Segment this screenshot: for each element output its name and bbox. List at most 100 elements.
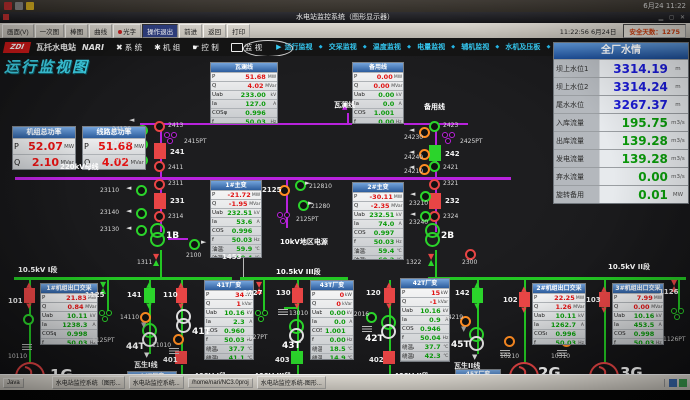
earth-switch-10110[interactable] xyxy=(23,314,34,325)
label-d24140: 24140 xyxy=(112,140,131,147)
nav-run[interactable]: 运行监视 xyxy=(285,42,313,52)
breaker-130[interactable]: ▲▼ xyxy=(290,282,304,309)
nav-hydro[interactable]: 水机及压板 xyxy=(505,42,540,52)
taskbar-project[interactable]: /home/nari/NC3.0proj xyxy=(188,378,253,388)
breaker-242[interactable] xyxy=(429,145,441,161)
toolbar-unit[interactable]: ✱机 组 xyxy=(154,42,180,53)
nav-energy[interactable]: 电量监视 xyxy=(417,42,445,52)
box-row: COSφ0.946 xyxy=(401,324,449,333)
nav-ac[interactable]: 交采监视 xyxy=(329,42,357,52)
menu-button-print[interactable]: 打印 xyxy=(227,24,250,38)
toolbar-control[interactable]: ☛控 制 xyxy=(192,42,219,53)
breaker-241[interactable] xyxy=(154,143,166,159)
box-row: Ia74.0A xyxy=(353,219,403,228)
disconnector-2411[interactable] xyxy=(154,161,165,172)
box-row: 尾水水位3267.37m xyxy=(554,95,688,113)
row-label: 尾水水位 xyxy=(554,100,600,110)
row-unit: MVar xyxy=(85,304,96,309)
menu-button-exit[interactable]: 操作退出 xyxy=(142,24,178,38)
row-label: Ia xyxy=(206,319,218,325)
menu-button-curve[interactable]: 曲线 xyxy=(89,24,112,38)
row-value: 0.00 xyxy=(366,91,394,99)
box-row: f50.03Hz xyxy=(41,338,97,345)
row-value: 74.0 xyxy=(366,220,394,228)
row-label: COSφ xyxy=(212,228,224,234)
disconnector-2413[interactable] xyxy=(154,121,165,132)
row-label: 绕温A xyxy=(402,343,414,351)
label-d2415pt: 2415PT xyxy=(184,138,207,145)
row-unit: m3/s xyxy=(668,156,688,162)
box-gen2-output: 2#机组出口交采P22.25MWQ1.26MVarUab10.11kVIa126… xyxy=(532,283,586,345)
row-value: 139.28 xyxy=(600,134,668,148)
arrow-icon: ▼ xyxy=(472,354,477,361)
row-unit: A xyxy=(267,101,276,106)
earth-switch-23140[interactable] xyxy=(136,208,147,219)
pt-1127 xyxy=(255,310,270,323)
label-wallan_top: 瓦澜线 xyxy=(334,100,355,110)
arrow-icon: ◄ xyxy=(129,117,134,124)
row-unit: kW xyxy=(345,292,352,297)
breaker-141[interactable]: ▲▼ xyxy=(142,282,156,309)
box-row: P52.07MW xyxy=(13,138,75,154)
row-label: f xyxy=(42,340,56,345)
row-label: Ia xyxy=(354,101,366,107)
taskbar-java[interactable]: Java xyxy=(3,378,24,388)
box-row: Q4.02MVar xyxy=(211,81,277,90)
row-label: Uab xyxy=(354,212,366,218)
breaker-403[interactable] xyxy=(291,351,303,364)
earth-switch-23110[interactable] xyxy=(136,185,147,196)
menu-button-alarm[interactable]: 光字 xyxy=(113,24,141,38)
disconnector-1311[interactable]: ▼▲ xyxy=(153,254,159,266)
diamond-icon: ◆ xyxy=(363,44,367,50)
disconnector-2311[interactable] xyxy=(154,179,165,190)
row-value: 22.25 xyxy=(547,294,575,302)
box-row: Uab0.00kV xyxy=(311,308,353,317)
label-d2125: 2125 xyxy=(262,186,281,194)
disconnector-2100[interactable] xyxy=(189,239,200,250)
nav-aux[interactable]: 辅机监视 xyxy=(461,42,489,52)
window-title-bar: 水电站监控系统（图形显示器） ▁ ◻ ✕ xyxy=(0,12,690,23)
breaker-142[interactable]: ▲▼ xyxy=(470,282,484,309)
row-value: 50.03 xyxy=(366,238,394,246)
disconnector-2421[interactable] xyxy=(429,161,440,172)
row-value: 0.00 xyxy=(600,170,668,184)
breaker-120[interactable]: ▲▼ xyxy=(382,282,396,309)
menu-button-back[interactable]: 返回 xyxy=(203,24,226,38)
taskbar-scada-1[interactable]: 水电站监控系统（图形... xyxy=(52,376,125,389)
disconnector-2423[interactable] xyxy=(429,121,440,132)
label-bus220: 220kV母线 xyxy=(60,162,99,172)
breaker-231[interactable] xyxy=(154,193,166,209)
label-d2425pt: 2425PT xyxy=(460,138,483,145)
row-value: 0.998 xyxy=(56,330,87,338)
menu-button-bar[interactable]: 棒图 xyxy=(65,24,88,38)
row-value: 10.16 xyxy=(626,312,654,320)
breaker-402[interactable] xyxy=(383,351,395,364)
taskbar-scada-2[interactable]: 水电站监控系统... xyxy=(129,376,184,389)
menu-button-forward[interactable]: 前进 xyxy=(179,24,202,38)
disconnector-1322[interactable]: ▼▲ xyxy=(428,254,434,266)
toolbar-monitor[interactable]: 监 视 xyxy=(231,42,262,53)
taskbar-scada-3[interactable]: 水电站监控系统-图形... xyxy=(257,376,326,389)
row-label: 坝上水位2 xyxy=(554,82,600,92)
safe-days-badge: 安全天数：1275 xyxy=(623,24,686,38)
row-value: 4.02 xyxy=(229,82,264,90)
breaker-102[interactable]: ▲▼ xyxy=(517,286,531,313)
system-tray xyxy=(664,379,687,387)
menu-button-view[interactable]: 画面(V) xyxy=(2,24,34,38)
earth-switch-10210[interactable] xyxy=(504,336,515,347)
menu-button-oneline[interactable]: 一次图 xyxy=(35,24,65,38)
toolbar-system[interactable]: ✖系 统 xyxy=(116,42,142,53)
earth-switch-23130[interactable] xyxy=(136,225,147,236)
row-value: 233.00 xyxy=(229,91,266,99)
arrow-icon: ◄ xyxy=(410,211,415,218)
nav-temp[interactable]: 温度监视 xyxy=(373,42,401,52)
disconnector-2314[interactable] xyxy=(154,211,165,222)
breaker-101[interactable]: ▲▼ xyxy=(22,282,36,309)
disconnector-2321[interactable] xyxy=(429,179,440,190)
row-value: 0 xyxy=(322,300,341,308)
decor xyxy=(284,212,290,218)
earth-switch-11010[interactable] xyxy=(173,334,184,345)
os-app-icon xyxy=(4,2,12,10)
pt-1125 xyxy=(99,310,114,323)
row-value: 1.26 xyxy=(547,303,572,311)
